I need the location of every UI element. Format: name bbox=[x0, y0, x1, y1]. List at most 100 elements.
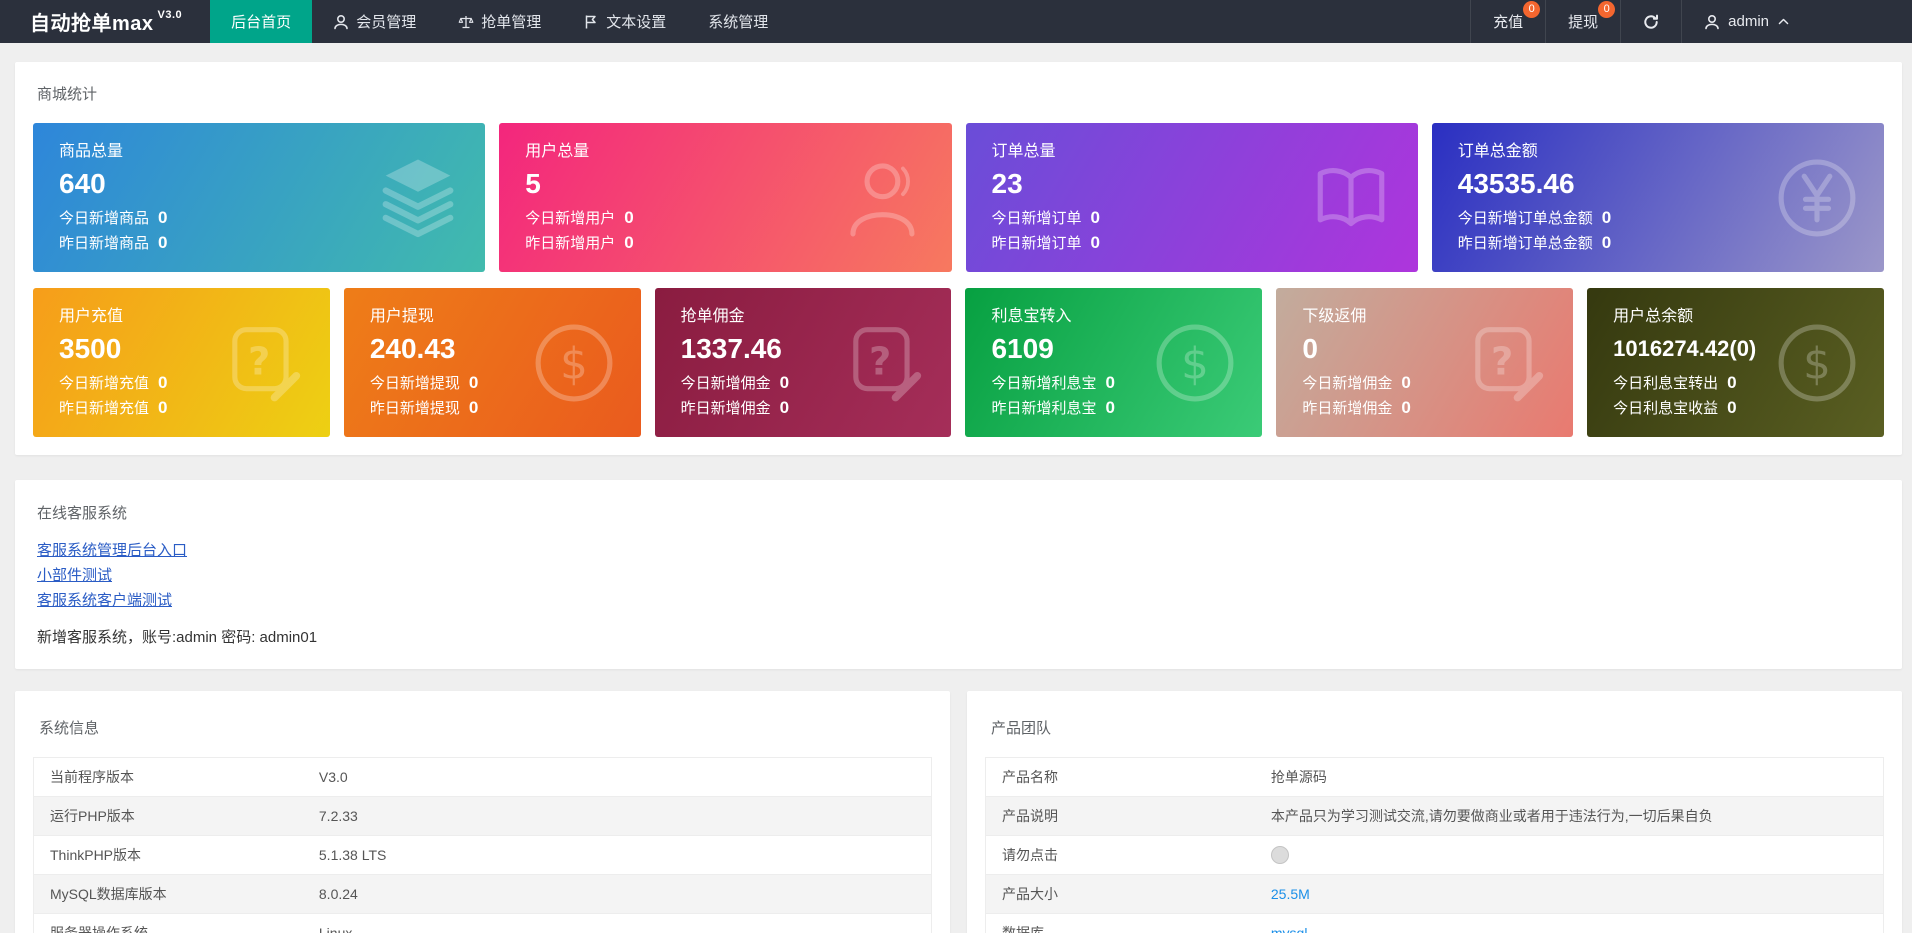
withdraw-button[interactable]: 提现 0 bbox=[1545, 0, 1620, 43]
stat-card: 利息宝转入 6109 今日新增利息宝 0 昨日新增利息宝 0 $ bbox=[965, 288, 1263, 437]
table-row: 当前程序版本 V3.0 bbox=[33, 757, 932, 797]
row-label: 当前程序版本 bbox=[33, 757, 303, 797]
nav-item-label: 抢单管理 bbox=[481, 14, 542, 31]
stat-card-sub-value: 0 bbox=[779, 373, 790, 393]
stat-card-sub-label: 昨日新增订单 bbox=[991, 235, 1082, 253]
nav-item-members[interactable]: 会员管理 bbox=[312, 0, 437, 43]
layers-icon bbox=[377, 157, 459, 239]
system-info-panel: 系统信息 当前程序版本 V3.0 运行PHP版本 7.2.33 ThinkPHP版本 5.… bbox=[15, 691, 950, 933]
table-row: ThinkPHP版本 5.1.38 LTS bbox=[33, 835, 932, 875]
stat-card: 抢单佣金 1337.46 今日新增佣金 0 昨日新增佣金 0 ? bbox=[654, 288, 952, 437]
question-doc-icon: ? bbox=[1465, 322, 1547, 404]
stat-card-sub-value: 0 bbox=[1727, 398, 1737, 418]
stat-card-sub-label: 今日新增充值 bbox=[59, 375, 150, 393]
stat-card-sub-value: 0 bbox=[158, 398, 168, 418]
recharge-button[interactable]: 充值 0 bbox=[1470, 0, 1545, 43]
row-label: ThinkPHP版本 bbox=[33, 835, 303, 875]
book-icon bbox=[1310, 157, 1392, 239]
stat-card-sub-value: 0 bbox=[1090, 208, 1100, 228]
stat-card: 用户总余额 1016274.42(0) 今日利息宝转出 0 今日利息宝收益 0 … bbox=[1587, 288, 1884, 437]
stats-card-row-2: 用户充值 3500 今日新增充值 0 昨日新增充值 0 ? 用户提现 240.4… bbox=[33, 288, 1884, 437]
stat-card: 商品总量 640 今日新增商品 0 昨日新增商品 0 bbox=[33, 123, 486, 272]
username: admin bbox=[1728, 13, 1769, 30]
svg-text:?: ? bbox=[248, 339, 270, 384]
online-service-panel: 在线客服系统 客服系统管理后台入口 小部件测试 客服系统客户端测试 新增客服系统，账… bbox=[15, 480, 1902, 669]
stat-card-sub-label: 今日利息宝转出 bbox=[1613, 375, 1719, 393]
row-value: 本产品只为学习测试交流,请勿要做商业或者用于违法行为,一切后果自负 bbox=[1254, 796, 1884, 836]
page-content: 商城统计 商品总量 640 今日新增商品 0 昨日新增商品 0 用户总量 5 今… bbox=[0, 43, 1912, 933]
nav-item-orders[interactable]: 抢单管理 bbox=[437, 0, 562, 43]
service-link[interactable]: 客服系统管理后台入口 bbox=[37, 538, 187, 563]
row-label: MySQL数据库版本 bbox=[33, 874, 303, 914]
stat-card-sub-value: 0 bbox=[1601, 233, 1612, 253]
question-doc-icon: ? bbox=[843, 322, 925, 404]
stat-card-sub-label: 今日新增利息宝 bbox=[991, 375, 1097, 393]
refresh-button[interactable] bbox=[1620, 0, 1681, 43]
gray-circle-icon bbox=[1270, 846, 1289, 865]
row-value: 8.0.24 bbox=[302, 874, 932, 914]
row-value: Linux bbox=[302, 913, 932, 933]
table-row: 数据库 mysql bbox=[985, 913, 1884, 933]
stat-card-sub-value: 0 bbox=[1090, 233, 1100, 253]
refresh-icon bbox=[1643, 14, 1659, 30]
app-logo: 自动抢单max V3.0 bbox=[0, 0, 210, 43]
stat-card-sub-label: 昨日新增佣金 bbox=[680, 400, 771, 418]
row-value: mysql bbox=[1254, 913, 1884, 933]
row-value: 抢单源码 bbox=[1254, 757, 1884, 797]
nav-item-label: 后台首页 bbox=[231, 14, 292, 31]
stat-card-sub-label: 昨日新增订单总金额 bbox=[1457, 235, 1593, 253]
stat-card-sub-value: 0 bbox=[1105, 398, 1115, 418]
table-row: MySQL数据库版本 8.0.24 bbox=[33, 874, 932, 914]
svg-text:?: ? bbox=[869, 339, 891, 384]
stat-card-sub-label: 昨日新增利息宝 bbox=[991, 400, 1097, 418]
nav-item-system[interactable]: 系统管理 bbox=[687, 0, 789, 43]
service-link[interactable]: 客服系统客户端测试 bbox=[37, 588, 172, 613]
row-value bbox=[1254, 835, 1884, 875]
nav-item-text-settings[interactable]: 文本设置 bbox=[562, 0, 687, 43]
nav-item-label: 系统管理 bbox=[708, 14, 769, 31]
user-icon bbox=[844, 157, 926, 239]
stat-card-sub-value: 0 bbox=[1601, 208, 1612, 228]
stat-card-sub-label: 今日新增订单总金额 bbox=[1457, 210, 1593, 228]
table-row: 产品名称 抢单源码 bbox=[985, 757, 1884, 797]
stat-card-sub-label: 今日新增用户 bbox=[525, 210, 616, 228]
service-link[interactable]: 小部件测试 bbox=[37, 563, 112, 588]
stat-card-sub-label: 今日新增佣金 bbox=[680, 375, 771, 393]
row-value-link[interactable]: 25.5M bbox=[1271, 886, 1310, 902]
stat-card-sub-value: 0 bbox=[624, 233, 634, 253]
dollar-circle-icon: $ bbox=[1776, 322, 1858, 404]
dollar-circle-icon: $ bbox=[533, 322, 615, 404]
table-row: 请勿点击 bbox=[985, 835, 1884, 875]
user-menu[interactable]: admin bbox=[1681, 0, 1812, 43]
product-team-title: 产品团队 bbox=[991, 720, 1052, 737]
navbar-right: 充值 0 提现 0 admin bbox=[1470, 0, 1812, 43]
stat-card: 订单总金额 43535.46 今日新增订单总金额 0 昨日新增订单总金额 0 bbox=[1431, 123, 1884, 272]
stat-card-sub-value: 0 bbox=[1727, 373, 1737, 393]
row-label: 产品名称 bbox=[985, 757, 1255, 797]
stat-card-sub-label: 昨日新增佣金 bbox=[1302, 400, 1393, 418]
row-label: 请勿点击 bbox=[985, 835, 1255, 875]
recharge-badge: 0 bbox=[1523, 1, 1541, 18]
shop-stats-panel: 商城统计 商品总量 640 今日新增商品 0 昨日新增商品 0 用户总量 5 今… bbox=[15, 62, 1902, 455]
person-icon bbox=[333, 14, 349, 30]
nav-item-home[interactable]: 后台首页 bbox=[210, 0, 313, 43]
table-row: 服务器操作系统 Linux bbox=[33, 913, 932, 933]
table-row: 运行PHP版本 7.2.33 bbox=[33, 796, 932, 836]
stat-card-sub-label: 今日新增提现 bbox=[369, 375, 460, 393]
service-panel-title: 在线客服系统 bbox=[37, 505, 128, 522]
row-value-link[interactable]: mysql bbox=[1271, 925, 1308, 933]
stat-card-sub-label: 昨日新增提现 bbox=[369, 400, 460, 418]
withdraw-label: 提现 bbox=[1568, 14, 1599, 31]
table-row: 产品说明 本产品只为学习测试交流,请勿要做商业或者用于违法行为,一切后果自负 bbox=[985, 796, 1884, 836]
stat-card-sub-label: 今日新增佣金 bbox=[1302, 375, 1393, 393]
scales-icon bbox=[458, 14, 474, 30]
svg-text:?: ? bbox=[1491, 339, 1513, 384]
app-title: 自动抢单max bbox=[30, 13, 154, 35]
svg-text:$: $ bbox=[560, 339, 588, 389]
stat-card-sub-label: 昨日新增用户 bbox=[525, 235, 616, 253]
system-info-title: 系统信息 bbox=[39, 720, 100, 737]
app-version: V3.0 bbox=[157, 8, 183, 21]
recharge-label: 充值 bbox=[1493, 14, 1524, 31]
stat-card-sub-value: 0 bbox=[779, 398, 790, 418]
stat-card-sub-value: 0 bbox=[1401, 373, 1411, 393]
